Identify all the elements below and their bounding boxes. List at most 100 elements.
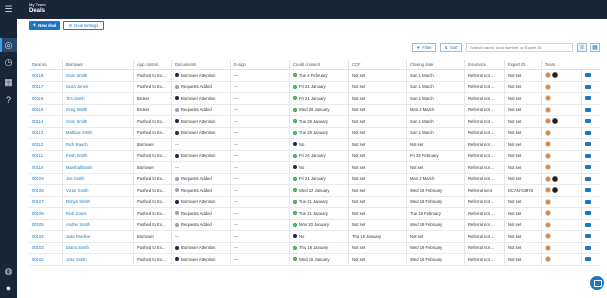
deal-number-link[interactable]: 00107 bbox=[29, 197, 62, 208]
borrower-link[interactable]: Mathias Smith bbox=[62, 127, 133, 138]
deal-number-link[interactable]: 00109 bbox=[29, 174, 62, 185]
borrower-link[interactable]: Rick Jones bbox=[62, 208, 133, 219]
deal-number-link[interactable]: 00118 bbox=[29, 70, 62, 81]
chat-icon[interactable] bbox=[585, 73, 591, 78]
table-row[interactable]: 00106 Rick Jones Pushed to Ex... Requests A… bbox=[29, 208, 600, 220]
new-deal-button[interactable]: + New deal bbox=[29, 21, 60, 30]
table-row[interactable]: 00107 Robyn Smith Pushed to Ex... Borrower … bbox=[29, 196, 600, 208]
chat-icon[interactable] bbox=[585, 188, 591, 193]
avatar[interactable] bbox=[545, 221, 551, 228]
grid-view-icon[interactable]: ▦ bbox=[590, 43, 600, 52]
column-header[interactable]: E-sign bbox=[230, 60, 289, 69]
column-header[interactable]: Credit consent bbox=[289, 60, 348, 69]
chat-icon[interactable] bbox=[585, 199, 591, 204]
table-row[interactable]: 00102 Jose Smith Pushed to Ex... Borrower A… bbox=[29, 254, 600, 266]
column-header[interactable]: Closing date bbox=[406, 60, 464, 69]
borrower-link[interactable]: Diana Smith bbox=[62, 242, 133, 253]
filter-button[interactable]: ▼ Filter bbox=[412, 43, 436, 52]
table-row[interactable]: 00114 Gore Smith Pushed to Ex... Borrower A… bbox=[29, 116, 600, 128]
chat-icon[interactable] bbox=[585, 211, 591, 216]
deal-number-link[interactable]: 00105 bbox=[29, 220, 62, 231]
chat-icon[interactable] bbox=[585, 165, 591, 170]
avatar[interactable] bbox=[545, 256, 551, 263]
breadcrumb[interactable]: My Team bbox=[29, 2, 46, 7]
borrower-link[interactable]: Joe Smith bbox=[62, 173, 133, 184]
list-view-icon[interactable]: ≡ bbox=[577, 43, 587, 52]
borrower-link[interactable]: MarshallSmith bbox=[62, 162, 133, 173]
chat-icon[interactable] bbox=[585, 107, 591, 112]
table-row[interactable]: 00115 Greg SMith Broker Requests Added --- ✓ W… bbox=[29, 104, 600, 116]
deal-number-link[interactable]: 00116 bbox=[29, 93, 62, 104]
column-header[interactable]: Expert ID bbox=[504, 60, 541, 69]
deal-number-link[interactable]: 00106 bbox=[29, 208, 62, 219]
deal-number-link[interactable]: 00112 bbox=[29, 139, 62, 150]
column-header[interactable]: App control bbox=[133, 60, 171, 69]
borrower-link[interactable]: Gore Smith bbox=[62, 116, 133, 127]
deal-number-link[interactable]: 00115 bbox=[29, 105, 62, 116]
avatar[interactable] bbox=[545, 233, 551, 240]
chat-icon[interactable] bbox=[585, 96, 591, 101]
chat-icon[interactable] bbox=[585, 130, 591, 135]
borrower-link[interactable]: Rich Rauch bbox=[62, 139, 133, 150]
avatar[interactable] bbox=[552, 72, 558, 79]
help-icon[interactable]: ? bbox=[3, 95, 14, 106]
borrower-link[interactable]: Jose Roeline bbox=[62, 231, 133, 242]
table-row[interactable]: 00108 Victor Smith Pushed to Ex... Requests… bbox=[29, 185, 600, 197]
borrower-link[interactable]: Krish Smith bbox=[62, 150, 133, 161]
deal-number-link[interactable]: 00113 bbox=[29, 128, 62, 139]
avatar[interactable] bbox=[545, 106, 551, 113]
table-row[interactable]: 00104 Jose Roeline Borrower --- --- No Thu 16 … bbox=[29, 231, 600, 243]
avatar[interactable] bbox=[545, 118, 551, 125]
avatar[interactable] bbox=[545, 210, 551, 217]
deal-number-link[interactable]: 00102 bbox=[29, 254, 62, 265]
table-row[interactable]: 00113 Mathias Smith Pushed to Ex... Borrowe… bbox=[29, 127, 600, 139]
column-header[interactable]: CCF bbox=[348, 60, 406, 69]
avatar[interactable] bbox=[545, 95, 551, 102]
table-row[interactable]: 00103 Diana Smith Pushed to Ex... Borrower … bbox=[29, 242, 600, 254]
globe-icon[interactable]: ◍ bbox=[3, 266, 14, 277]
column-header[interactable]: Deal no. bbox=[29, 60, 62, 69]
chat-icon[interactable] bbox=[585, 222, 591, 227]
avatar[interactable] bbox=[545, 198, 551, 205]
building-icon[interactable]: ▦ bbox=[3, 77, 14, 88]
borrower-link[interactable]: Tim Smith bbox=[62, 93, 133, 104]
table-row[interactable]: 00105 Andrei Smith Pushed to Ex... Requests… bbox=[29, 219, 600, 231]
avatar[interactable] bbox=[545, 244, 551, 251]
borrower-link[interactable]: Robyn Smith bbox=[62, 196, 133, 207]
chat-icon[interactable] bbox=[585, 257, 591, 262]
logo-icon[interactable]: ☰ bbox=[3, 4, 14, 15]
borrower-link[interactable]: Sean Jones bbox=[62, 81, 133, 92]
avatar[interactable] bbox=[545, 141, 551, 148]
avatar[interactable] bbox=[552, 175, 558, 182]
chat-icon[interactable] bbox=[585, 84, 591, 89]
clock-icon[interactable]: ◷ bbox=[3, 57, 14, 68]
table-row[interactable]: 00117 Sean Jones Pushed to Ex... Requests A… bbox=[29, 81, 600, 93]
column-header[interactable]: Documents bbox=[171, 60, 230, 69]
table-row[interactable]: 00110 MarshallSmith Borrower --- --- No Not se… bbox=[29, 162, 600, 174]
avatar[interactable] bbox=[545, 175, 551, 182]
table-row[interactable]: 00118 Gore Smith Pushed to Ex... Borrower A… bbox=[29, 70, 600, 82]
deal-number-link[interactable]: 00111 bbox=[29, 151, 62, 162]
deal-number-link[interactable]: 00104 bbox=[29, 231, 62, 242]
chat-icon[interactable] bbox=[585, 245, 591, 250]
search-input[interactable] bbox=[466, 43, 573, 52]
avatar[interactable] bbox=[545, 187, 551, 194]
avatar[interactable] bbox=[545, 72, 551, 79]
deal-number-link[interactable]: 00114 bbox=[29, 116, 62, 127]
chat-icon[interactable] bbox=[585, 119, 591, 124]
avatar[interactable] bbox=[545, 83, 551, 90]
chat-support-icon[interactable] bbox=[590, 276, 604, 290]
column-header[interactable]: Team bbox=[541, 60, 581, 69]
table-row[interactable]: 00109 Joe Smith Pushed to Ex... Requests Ad… bbox=[29, 173, 600, 185]
avatar[interactable] bbox=[552, 118, 558, 125]
avatar[interactable] bbox=[545, 129, 551, 136]
table-row[interactable]: 00111 Krish Smith Pushed to Ex... Borrower … bbox=[29, 150, 600, 162]
deal-number-link[interactable]: 00103 bbox=[29, 243, 62, 254]
avatar[interactable] bbox=[545, 152, 551, 159]
column-header[interactable]: Insurance bbox=[464, 60, 504, 69]
borrower-link[interactable]: Greg SMith bbox=[62, 104, 133, 115]
column-header[interactable]: Borrower bbox=[62, 60, 133, 69]
table-row[interactable]: 00116 Tim Smith Broker Borrower Attention --… bbox=[29, 93, 600, 105]
chat-icon[interactable] bbox=[585, 176, 591, 181]
avatar[interactable] bbox=[552, 187, 558, 194]
